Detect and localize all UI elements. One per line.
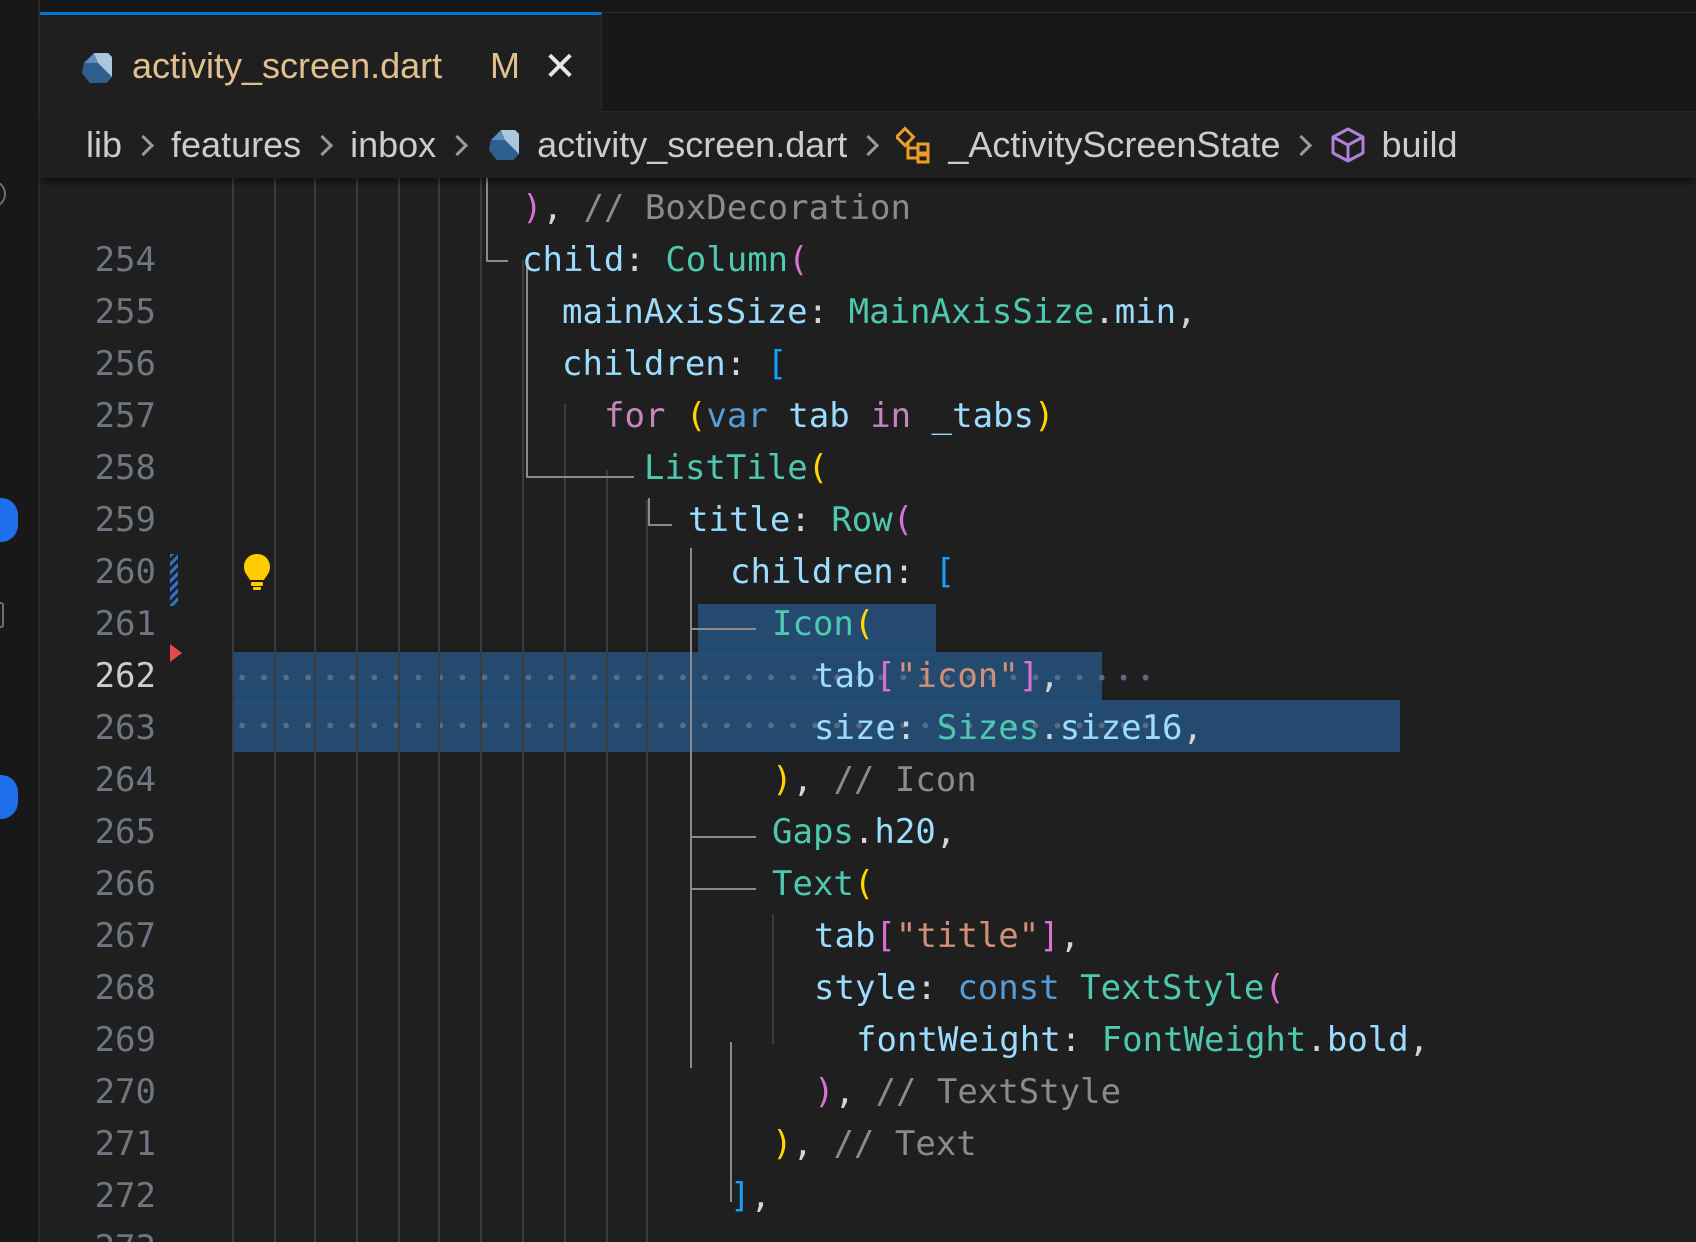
editor-tab-bar: activity_screen.dart M ✕ — [40, 0, 1696, 112]
code-line[interactable]: 270 fontWeight: FontWeight.bold, — [40, 1014, 1696, 1112]
dart-file-icon — [82, 53, 112, 83]
code-line[interactable]: 264 size: Sizes.size16, — [40, 702, 1696, 800]
dart-file-icon — [489, 130, 520, 160]
breadcrumb-item-inbox[interactable]: inbox — [350, 124, 436, 166]
line-number: 273 — [40, 1222, 156, 1242]
breadcrumb-item-features[interactable]: features — [171, 124, 301, 166]
chevron-right-icon — [447, 134, 469, 156]
method-cube-icon — [1331, 127, 1365, 163]
code-line[interactable]: 254 ), // BoxDecoration — [40, 182, 1696, 280]
breadcrumb-item-file[interactable]: activity_screen.dart — [537, 124, 847, 166]
code-line-active[interactable]: 262 Icon( — [40, 598, 1696, 696]
code-line[interactable]: 273 ], — [40, 1170, 1696, 1242]
code-line[interactable]: 266 Gaps.h20, — [40, 806, 1696, 904]
code-line[interactable]: 260 title: Row( — [40, 494, 1696, 592]
code-line[interactable]: 271 ), // TextStyle — [40, 1066, 1696, 1164]
code-line[interactable]: 267 Text( — [40, 858, 1696, 956]
activity-bar-icon-partial[interactable] — [0, 180, 6, 208]
chevron-right-icon — [312, 134, 334, 156]
breadcrumb-item-method[interactable]: build — [1381, 124, 1457, 166]
activity-bar-badge[interactable] — [0, 498, 18, 542]
class-symbol-icon — [896, 126, 930, 164]
code-line[interactable]: 261 children: [ — [40, 546, 1696, 644]
activity-bar-icon-partial[interactable] — [0, 602, 4, 628]
activity-bar-badge[interactable] — [0, 775, 18, 819]
code-line[interactable]: 259 ListTile( — [40, 442, 1696, 540]
code-line[interactable]: 269 style: const TextStyle( — [40, 962, 1696, 1060]
code-line[interactable]: 257 children: [ — [40, 338, 1696, 436]
breadcrumb-item-lib[interactable]: lib — [86, 124, 122, 166]
breadcrumb-item-class[interactable]: _ActivityScreenState — [948, 124, 1280, 166]
code-line[interactable]: 263 tab["icon"], — [40, 650, 1696, 748]
tab-filename: activity_screen.dart — [132, 45, 443, 86]
code-line[interactable]: 272 ), // Text — [40, 1118, 1696, 1216]
tab-activity-screen[interactable]: activity_screen.dart M ✕ — [40, 12, 602, 112]
code-line[interactable]: 258 for (var tab in _tabs) — [40, 390, 1696, 488]
chevron-right-icon — [132, 134, 155, 156]
code-line[interactable]: 255 child: Column( — [40, 234, 1696, 332]
code-line[interactable]: 268 tab["title"], — [40, 910, 1696, 1008]
chevron-right-icon — [858, 134, 880, 156]
code-line[interactable]: 265 ), // Icon — [40, 754, 1696, 852]
code-editor[interactable]: ••••••••••••••••••••••••••••••••••••••••… — [40, 178, 1696, 1242]
activity-bar — [0, 0, 40, 1242]
breadcrumb: lib features inbox activity_screen.dart … — [40, 112, 1696, 178]
code-line[interactable]: 256 mainAxisSize: MainAxisSize.min, — [40, 286, 1696, 384]
close-icon[interactable]: ✕ — [540, 47, 580, 87]
modified-badge: M — [490, 45, 520, 86]
chevron-right-icon — [1291, 134, 1313, 156]
